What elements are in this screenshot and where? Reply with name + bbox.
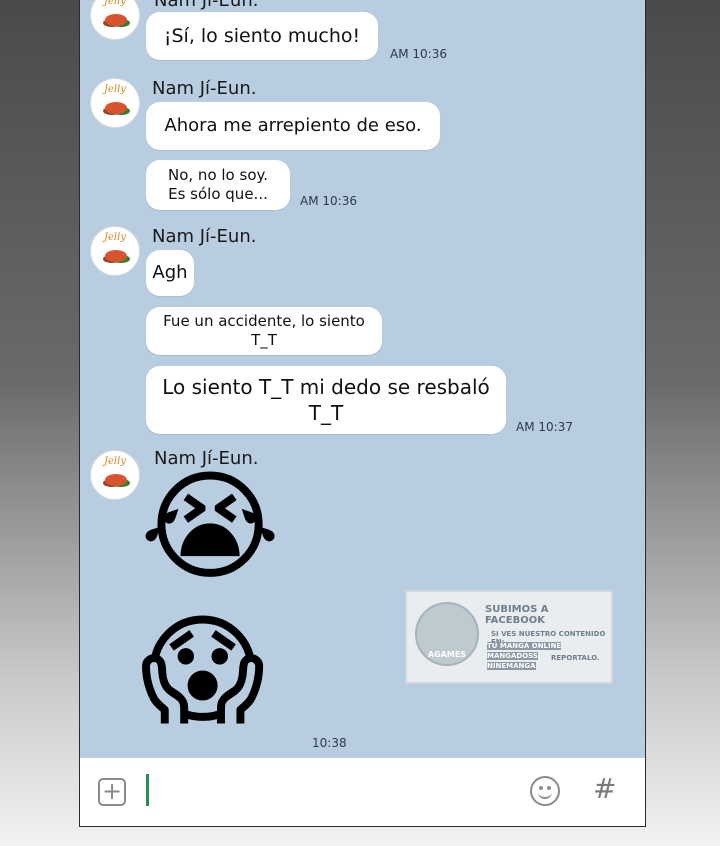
crying-face-sticker[interactable]: 😭 [140,468,280,588]
message-text: Ahora me arrepiento de eso. [164,115,422,136]
message-bubble[interactable]: Agh [146,250,194,296]
watermark: AGAMES SUBIMOS A FACEBOOK SI VES NUESTRO… [405,590,613,684]
avatar-logo-text: Jelly [104,232,126,243]
message-time: AM 10:36 [300,194,357,208]
watermark-line: NINEMANGA [487,662,536,670]
add-icon[interactable]: + [98,778,126,806]
sender-name: Nam Ji-Eun. [154,0,259,11]
sender-avatar[interactable]: Jelly [90,0,140,40]
message-text: ¡Sí, lo siento mucho! [163,25,361,47]
sender-avatar[interactable]: Jelly [90,450,140,500]
fruit-icon [105,250,127,262]
message-input[interactable] [146,774,149,806]
message-text-line: No, no lo soy. [168,166,268,184]
message-text-line: Es sólo que... [168,185,268,203]
avatar-logo-text: Jelly [104,456,126,467]
message-bubble[interactable]: No, no lo soy. Es sólo que... [146,160,290,210]
message-input-bar: + # [80,758,645,826]
chat-screen: Jelly Nam Ji-Eun. ¡Sí, lo siento mucho! … [79,0,646,827]
fruit-icon [105,14,127,26]
screaming-face-sticker[interactable]: 😱 [140,612,265,732]
message-text-line: Lo siento T_T mi dedo se resbaló [162,375,490,399]
sender-name: Nam Jí-Eun. [152,78,257,99]
message-text: Agh [152,262,188,283]
message-bubble[interactable]: Fue un accidente, lo siento T_T [146,307,382,355]
message-time: 10:38 [312,736,347,750]
message-text-line: Fue un accidente, lo siento [163,312,365,330]
sender-avatar[interactable]: Jelly [90,78,140,128]
message-time: AM 10:36 [390,47,447,61]
emoji-icon[interactable] [530,776,560,806]
watermark-line: TU MANGA ONLINE [487,642,562,650]
avatar-logo-text: Jelly [104,0,126,7]
sender-avatar[interactable]: Jelly [90,226,140,276]
message-bubble[interactable]: Ahora me arrepiento de eso. [146,102,440,150]
message-text-line: T_T [308,401,344,425]
message-bubble[interactable]: Lo siento T_T mi dedo se resbaló T_T [146,366,506,434]
watermark-line: SUBIMOS A FACEBOOK [485,604,549,626]
watermark-line: MANGADOSS [487,652,538,660]
sender-name: Nam Jí-Eun. [152,226,257,247]
message-time: AM 10:37 [516,420,573,434]
fruit-icon [105,102,127,114]
watermark-line: REPORTALO. [551,654,600,662]
message-text-line: T_T [251,331,277,349]
avatar-logo-text: Jelly [104,84,126,95]
fruit-icon [105,474,127,486]
message-bubble[interactable]: ¡Sí, lo siento mucho! [146,12,378,60]
watermark-logo-text: AGAMES [427,650,467,659]
hashtag-icon[interactable]: # [593,772,616,805]
